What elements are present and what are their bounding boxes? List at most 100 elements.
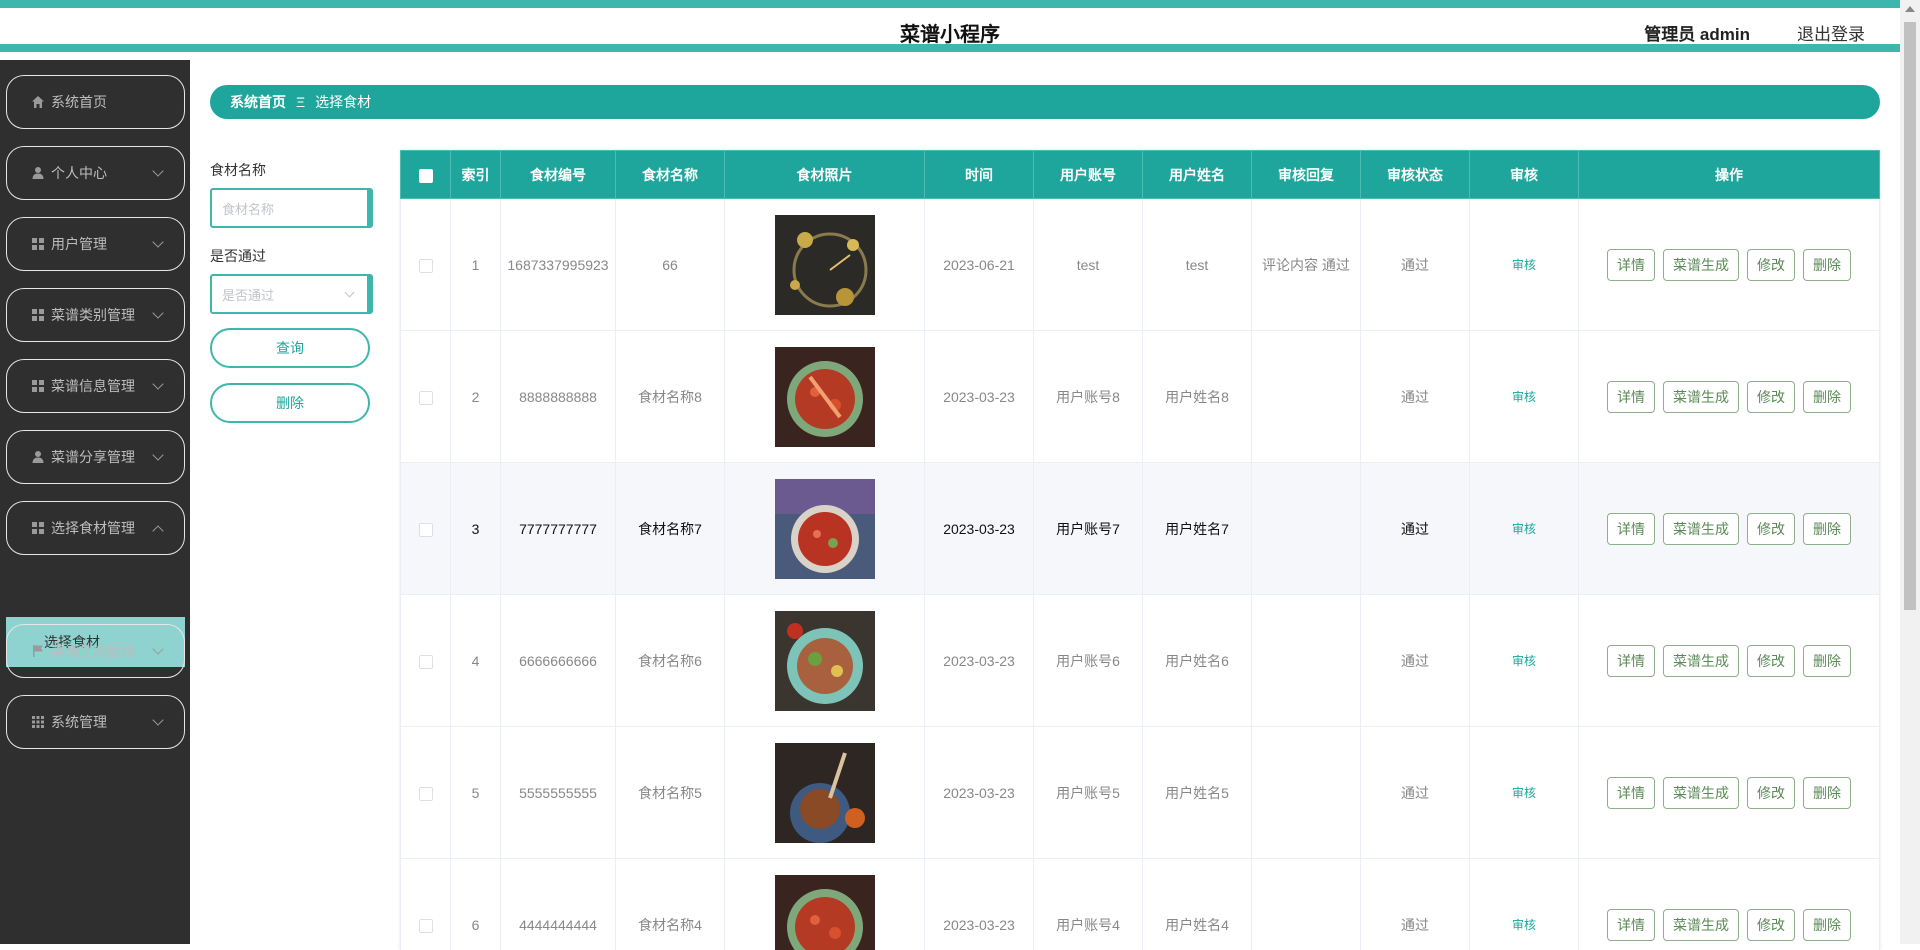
filter-panel: 食材名称 食材名称 是否通过 是否通过 查询 删除 <box>210 160 375 423</box>
generate-recipe-button[interactable]: 菜谱生成 <box>1663 777 1739 809</box>
sidebar-item-label: 系统首页 <box>51 92 107 112</box>
table-row: 3 7777777777 食材名称7 2023-03-23 用户账号7 用户姓名… <box>401 463 1880 595</box>
chevron-down-icon <box>152 378 163 389</box>
delete-selected-button[interactable]: 删除 <box>210 383 370 423</box>
sidebar-item-label: 菜谱生成管理 <box>51 641 135 661</box>
detail-button[interactable]: 详情 <box>1607 513 1655 545</box>
grid-icon <box>31 521 45 535</box>
detail-button[interactable]: 详情 <box>1607 249 1655 281</box>
audit-link[interactable]: 审核 <box>1512 258 1536 272</box>
cell-status: 通过 <box>1361 199 1470 331</box>
logout-link[interactable]: 退出登录 <box>1797 20 1865 45</box>
generate-recipe-button[interactable]: 菜谱生成 <box>1663 249 1739 281</box>
generate-recipe-button[interactable]: 菜谱生成 <box>1663 513 1739 545</box>
sidebar-item-recipe-category[interactable]: 菜谱类别管理 <box>6 288 185 342</box>
cell-username: test <box>1143 199 1252 331</box>
cell-name: 食材名称7 <box>616 463 725 595</box>
page-scrollbar[interactable] <box>1900 0 1920 944</box>
ingredient-name-input[interactable]: 食材名称 <box>210 188 373 228</box>
row-checkbox[interactable] <box>419 391 433 405</box>
row-checkbox[interactable] <box>419 259 433 273</box>
ingredient-photo[interactable] <box>775 611 875 711</box>
edit-button[interactable]: 修改 <box>1747 777 1795 809</box>
sidebar-item-home[interactable]: 系统首页 <box>6 75 185 129</box>
scroll-up-arrow-icon[interactable] <box>1905 6 1915 12</box>
audit-link[interactable]: 审核 <box>1512 390 1536 404</box>
sidebar-item-label: 菜谱类别管理 <box>51 305 135 325</box>
sidebar-item-system-management[interactable]: 系统管理 <box>6 695 185 749</box>
sidebar: 系统首页 个人中心 用户管理 菜谱类别管理 菜谱信息管理 菜谱分享管理 选择食材… <box>0 60 190 944</box>
admin-user-label: 管理员 admin <box>1644 20 1750 45</box>
audit-link[interactable]: 审核 <box>1512 918 1536 932</box>
cell-code: 4444444444 <box>501 859 616 950</box>
col-header-code: 食材编号 <box>501 151 616 199</box>
audit-link[interactable]: 审核 <box>1512 786 1536 800</box>
delete-button[interactable]: 删除 <box>1803 249 1851 281</box>
chevron-down-icon <box>345 288 355 298</box>
delete-button[interactable]: 删除 <box>1803 777 1851 809</box>
ingredient-photo[interactable] <box>775 479 875 579</box>
audit-link[interactable]: 审核 <box>1512 522 1536 536</box>
edit-button[interactable]: 修改 <box>1747 909 1795 941</box>
table-row: 1 1687337995923 66 2023-06-21 test test … <box>401 199 1880 331</box>
breadcrumb: 系统首页 Ξ 选择食材 <box>210 85 1880 119</box>
sidebar-item-recipe-info[interactable]: 菜谱信息管理 <box>6 359 185 413</box>
ingredient-photo[interactable] <box>775 743 875 843</box>
query-button[interactable]: 查询 <box>210 328 370 368</box>
app-title: 菜谱小程序 <box>0 18 1900 47</box>
breadcrumb-home-link[interactable]: 系统首页 <box>230 92 286 112</box>
row-checkbox[interactable] <box>419 655 433 669</box>
cell-name: 食材名称5 <box>616 727 725 859</box>
top-accent-stripe <box>0 0 1900 8</box>
scrollbar-thumb[interactable] <box>1904 22 1916 610</box>
apps-icon <box>31 715 45 729</box>
generate-recipe-button[interactable]: 菜谱生成 <box>1663 381 1739 413</box>
row-checkbox[interactable] <box>419 787 433 801</box>
detail-button[interactable]: 详情 <box>1607 909 1655 941</box>
generate-recipe-button[interactable]: 菜谱生成 <box>1663 645 1739 677</box>
chevron-down-icon <box>152 643 163 654</box>
sidebar-item-user-management[interactable]: 用户管理 <box>6 217 185 271</box>
cell-username: 用户姓名8 <box>1143 331 1252 463</box>
row-checkbox[interactable] <box>419 919 433 933</box>
cell-time: 2023-03-23 <box>925 595 1034 727</box>
cell-status: 通过 <box>1361 463 1470 595</box>
cell-reply: 评论内容 通过 <box>1252 199 1361 331</box>
edit-button[interactable]: 修改 <box>1747 645 1795 677</box>
cell-account: 用户账号7 <box>1034 463 1143 595</box>
delete-button[interactable]: 删除 <box>1803 645 1851 677</box>
audit-link[interactable]: 审核 <box>1512 654 1536 668</box>
col-header-username: 用户姓名 <box>1143 151 1252 199</box>
col-header-name: 食材名称 <box>616 151 725 199</box>
sidebar-item-label: 选择食材管理 <box>51 518 135 538</box>
cell-index: 5 <box>451 727 501 859</box>
detail-button[interactable]: 详情 <box>1607 381 1655 413</box>
select-all-header[interactable] <box>401 151 451 199</box>
sidebar-item-ingredient-select[interactable]: 选择食材管理 <box>6 501 185 555</box>
ingredient-photo[interactable] <box>775 875 875 950</box>
row-checkbox[interactable] <box>419 523 433 537</box>
chevron-down-icon <box>152 449 163 460</box>
pass-status-select[interactable]: 是否通过 <box>210 274 373 314</box>
ingredient-photo[interactable] <box>775 215 875 315</box>
delete-button[interactable]: 删除 <box>1803 909 1851 941</box>
ingredient-table: 索引 食材编号 食材名称 食材照片 时间 用户账号 用户姓名 审核回复 审核状态… <box>400 150 1880 950</box>
sidebar-item-recipe-generate[interactable]: 菜谱生成管理 <box>6 624 185 678</box>
detail-button[interactable]: 详情 <box>1607 645 1655 677</box>
detail-button[interactable]: 详情 <box>1607 777 1655 809</box>
edit-button[interactable]: 修改 <box>1747 381 1795 413</box>
ingredient-photo[interactable] <box>775 347 875 447</box>
delete-button[interactable]: 删除 <box>1803 381 1851 413</box>
select-all-checkbox[interactable] <box>419 169 433 183</box>
col-header-account: 用户账号 <box>1034 151 1143 199</box>
cell-code: 6666666666 <box>501 595 616 727</box>
delete-button[interactable]: 删除 <box>1803 513 1851 545</box>
edit-button[interactable]: 修改 <box>1747 249 1795 281</box>
cell-code: 7777777777 <box>501 463 616 595</box>
sidebar-item-personal-center[interactable]: 个人中心 <box>6 146 185 200</box>
sidebar-item-recipe-share[interactable]: 菜谱分享管理 <box>6 430 185 484</box>
edit-button[interactable]: 修改 <box>1747 513 1795 545</box>
generate-recipe-button[interactable]: 菜谱生成 <box>1663 909 1739 941</box>
cell-reply <box>1252 727 1361 859</box>
cell-name: 食材名称4 <box>616 859 725 950</box>
